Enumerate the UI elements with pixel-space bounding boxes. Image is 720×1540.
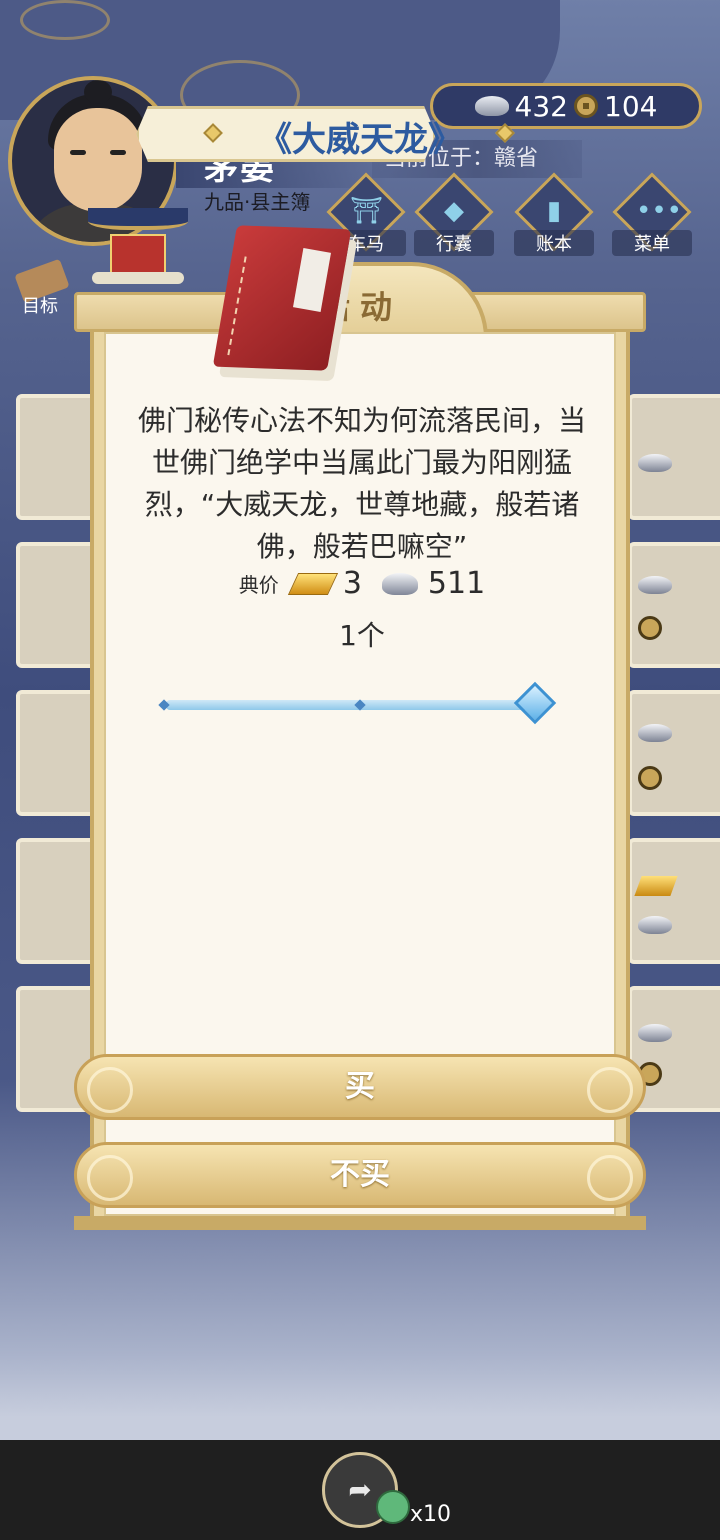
menu-icon: ••• [636, 196, 683, 226]
book-cover [212, 225, 352, 371]
buy-button[interactable]: 买 [74, 1054, 646, 1120]
ledger-icon: ▮ [546, 196, 562, 226]
slider-track[interactable] [166, 700, 536, 710]
decline-button[interactable]: 不买 [74, 1142, 646, 1208]
price-row: 典价 3 511 [132, 566, 592, 601]
price-gold: 3 [342, 566, 362, 601]
reward-multiplier: x10 [410, 1502, 452, 1527]
nav-ledger-button[interactable]: ▮ 账本 [514, 172, 594, 258]
silver-ingot-icon [381, 572, 418, 595]
cloud-ornament [20, 0, 110, 40]
nav-label: 菜单 [612, 230, 692, 256]
item-name: 《大威天龙》 [258, 120, 462, 160]
quantity-slider[interactable] [156, 681, 566, 725]
modal-bottom-edge [74, 1216, 646, 1230]
nav-menu-button[interactable]: ••• 菜单 [612, 172, 692, 258]
copper-coin-icon [574, 94, 598, 118]
book-icon [212, 216, 366, 386]
bag-icon: ◆ [444, 196, 464, 226]
copper-amount: 104 [604, 89, 658, 123]
avatar-eye [70, 150, 86, 155]
price-label: 典价 [238, 573, 279, 597]
player-rank: 九品·县主簿 [204, 190, 311, 214]
item-description: 佛门秘传心法不知为何流落民间，当世佛门绝学中当属此门最为阳刚猛烈，“大威天龙，世… [137, 404, 586, 563]
avatar-hair-bun [84, 80, 112, 104]
nav-label: 账本 [514, 230, 594, 256]
avatar-eye [110, 150, 126, 155]
silver-amount: 432 [514, 89, 568, 123]
frog-coin-icon [376, 1490, 410, 1524]
quantity-label: 1个 [339, 619, 385, 652]
nav-label: 行囊 [414, 230, 494, 256]
pavilion-roof [88, 208, 188, 230]
goal-button[interactable]: 目标 [14, 258, 74, 317]
nav-bag-button[interactable]: ◆ 行囊 [414, 172, 494, 258]
price-silver: 511 [427, 566, 486, 601]
goal-label: 目标 [22, 296, 58, 317]
gold-bar-icon [287, 572, 338, 595]
share-icon: ➦ [348, 1473, 372, 1506]
slider-handle[interactable] [513, 681, 557, 725]
